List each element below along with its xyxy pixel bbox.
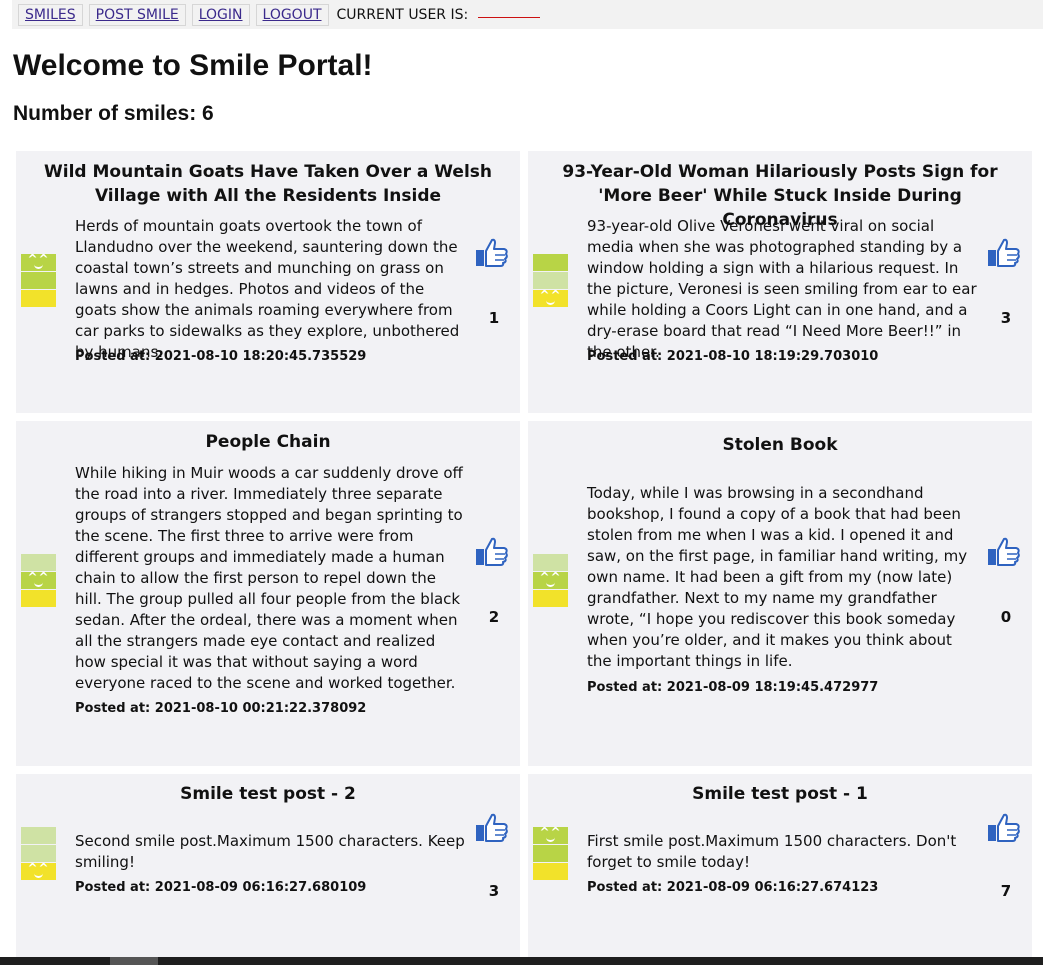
smile-card: Wild Mountain Goats Have Taken Over a We… bbox=[16, 151, 520, 413]
thumbs-up-icon[interactable] bbox=[475, 812, 509, 844]
posted-timestamp: Posted at: 2021-08-10 18:19:29.703010 bbox=[587, 349, 879, 364]
like-count: 1 bbox=[488, 309, 500, 327]
thumbs-up-icon[interactable] bbox=[475, 536, 509, 568]
card-body: Second smile post.Maximum 1500 character… bbox=[75, 832, 465, 871]
card-title: Wild Mountain Goats Have Taken Over a We… bbox=[44, 162, 492, 206]
nav-link-logout[interactable]: LOGOUT bbox=[255, 3, 329, 26]
nav-link-post-smile[interactable]: POST SMILE bbox=[88, 3, 186, 26]
posted-timestamp: Posted at: 2021-08-09 06:16:27.674123 bbox=[587, 880, 879, 895]
posted-timestamp: Posted at: 2021-08-10 00:21:22.378092 bbox=[75, 701, 367, 716]
card-body: First smile post.Maximum 1500 characters… bbox=[587, 832, 957, 871]
card-title: People Chain bbox=[205, 432, 331, 452]
smile-card: Smile test post - 1 First smile post.Max… bbox=[528, 774, 1032, 957]
horizontal-scrollbar[interactable] bbox=[0, 957, 1043, 965]
card-body: 93-year-old Olive Veronesi went viral on… bbox=[587, 217, 977, 361]
card-title: Smile test post - 1 bbox=[692, 784, 868, 804]
current-user-value bbox=[478, 8, 541, 18]
top-nav: SMILES POST SMILE LOGIN LOGOUT CURRENT U… bbox=[12, 0, 1043, 29]
thumbs-up-icon[interactable] bbox=[475, 237, 509, 269]
like-count: 2 bbox=[488, 608, 500, 626]
smile-meter bbox=[21, 554, 56, 608]
smile-meter bbox=[533, 254, 568, 308]
thumbs-up-icon[interactable] bbox=[987, 237, 1021, 269]
card-body: Herds of mountain goats overtook the tow… bbox=[75, 217, 460, 361]
smile-count: Number of smiles: 6 bbox=[13, 102, 214, 125]
nav-link-smiles[interactable]: SMILES bbox=[18, 3, 83, 26]
thumbs-up-icon[interactable] bbox=[987, 536, 1021, 568]
card-body: While hiking in Muir woods a car suddenl… bbox=[75, 464, 463, 692]
posted-timestamp: Posted at: 2021-08-09 18:19:45.472977 bbox=[587, 680, 879, 695]
page-title: Welcome to Smile Portal! bbox=[13, 49, 373, 82]
current-user-label: CURRENT USER IS: bbox=[336, 6, 469, 23]
smile-card: 93-Year-Old Woman Hilariously Posts Sign… bbox=[528, 151, 1032, 413]
card-title: Stolen Book bbox=[722, 435, 838, 455]
like-count: 3 bbox=[488, 882, 500, 900]
like-count: 3 bbox=[1000, 309, 1012, 327]
thumbs-up-icon[interactable] bbox=[987, 812, 1021, 844]
smile-card: People Chain While hiking in Muir woods … bbox=[16, 421, 520, 766]
smile-card: Smile test post - 2 Second smile post.Ma… bbox=[16, 774, 520, 957]
smile-meter bbox=[21, 252, 56, 308]
nav-link-login[interactable]: LOGIN bbox=[191, 3, 250, 26]
like-count: 0 bbox=[1000, 608, 1012, 626]
posted-timestamp: Posted at: 2021-08-09 06:16:27.680109 bbox=[75, 880, 367, 895]
smile-card: Stolen Book Today, while I was browsing … bbox=[528, 421, 1032, 766]
posted-timestamp: Posted at: 2021-08-10 18:20:45.735529 bbox=[75, 349, 367, 364]
smile-meter bbox=[533, 825, 568, 881]
card-body: Today, while I was browsing in a secondh… bbox=[587, 484, 968, 670]
card-title: Smile test post - 2 bbox=[180, 784, 356, 804]
scrollbar-thumb[interactable] bbox=[110, 957, 158, 965]
like-count: 7 bbox=[1000, 882, 1012, 900]
smile-meter bbox=[533, 554, 568, 608]
smile-meter bbox=[21, 827, 56, 881]
